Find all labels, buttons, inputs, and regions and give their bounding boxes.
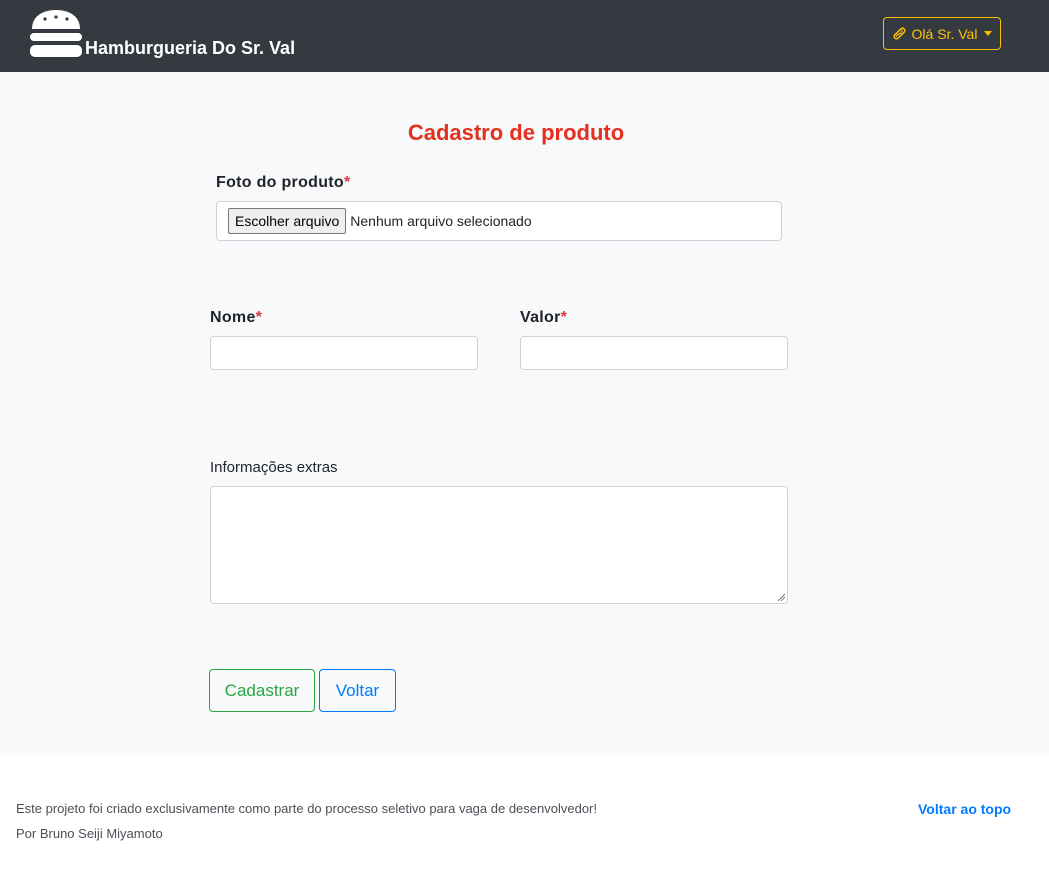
price-label: Valor* (520, 309, 567, 327)
hotdog-icon (892, 27, 906, 40)
hamburger-icon (30, 10, 82, 57)
page-title: Cadastro de produto (407, 120, 625, 145)
name-label: Nome* (210, 309, 262, 327)
required-mark: * (344, 174, 351, 191)
required-mark: * (560, 309, 568, 326)
caret-down-icon (984, 31, 993, 36)
submit-button[interactable]: Cadastrar (209, 669, 315, 712)
choose-file-button[interactable]: Escolher arquivo (228, 208, 347, 234)
file-status-text: Nenhum arquivo selecionado (350, 213, 532, 229)
name-input[interactable] (210, 336, 478, 370)
photo-file-input[interactable]: Escolher arquivo Nenhum arquivo selecion… (216, 201, 782, 241)
price-input[interactable] (520, 336, 788, 370)
page-footer: Este projeto foi criado exclusivamente c… (0, 755, 1049, 895)
resize-handle-icon[interactable] (777, 593, 785, 601)
brand-name: Hamburgueria Do Sr. Val (85, 38, 296, 58)
back-button[interactable]: Voltar (319, 669, 396, 712)
extras-label: Informações extras (210, 459, 338, 476)
required-mark: * (255, 309, 263, 326)
top-navbar: Hamburgueria Do Sr. Val Olá Sr. Val (0, 0, 1049, 72)
user-menu-button[interactable]: Olá Sr. Val (883, 17, 1001, 50)
footer-note: Este projeto foi criado exclusivamente c… (16, 801, 597, 816)
footer-author: Por Bruno Seiji Miyamoto (16, 826, 163, 841)
photo-label-text: Foto do produto (216, 174, 345, 191)
name-label-text: Nome (210, 309, 256, 326)
price-label-text: Valor (520, 309, 561, 326)
extras-textarea[interactable] (210, 486, 788, 604)
brand-link[interactable]: Hamburgueria Do Sr. Val (29, 10, 295, 58)
user-menu-label: Olá Sr. Val (911, 25, 978, 42)
back-to-top-link[interactable]: Voltar ao topo (918, 801, 1011, 817)
photo-label: Foto do produto* (216, 174, 351, 192)
